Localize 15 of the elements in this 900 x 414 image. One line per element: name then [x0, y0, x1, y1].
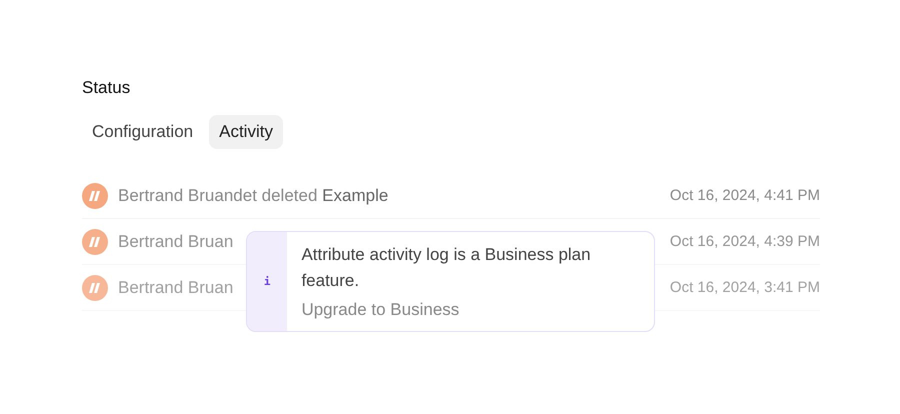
avatar-icon — [82, 182, 108, 208]
section-heading: Status — [82, 78, 130, 98]
avatar-icon — [82, 228, 108, 254]
activity-text: Bertrand Bruan — [118, 278, 234, 298]
avatar-icon — [82, 274, 108, 300]
tab[interactable]: Activity — [209, 115, 283, 149]
activity-time: Oct 16, 2024, 4:39 PM — [670, 233, 820, 250]
upgrade-link[interactable]: Upgrade to Business — [301, 300, 460, 320]
tab[interactable]: Configuration — [82, 115, 204, 149]
tooltip-message: Attribute activity log is a Business plan feature. — [301, 244, 592, 292]
activity-text: Bertrand Bruan — [118, 232, 234, 252]
activity-text: Bertrand Bruandet deleted Example — [118, 186, 388, 206]
info-icon: i — [264, 275, 271, 288]
activity-time: Oct 16, 2024, 3:41 PM — [670, 279, 820, 296]
activity-time: Oct 16, 2024, 4:41 PM — [670, 187, 820, 204]
